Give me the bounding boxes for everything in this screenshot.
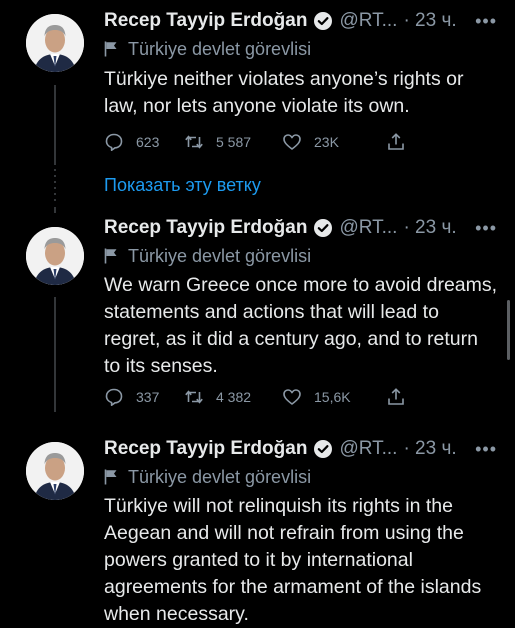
like-count: 15,6K — [314, 389, 351, 405]
heart-icon — [283, 134, 301, 150]
account-label: Türkiye devlet görevlisi — [104, 465, 311, 489]
show-thread-link[interactable]: Показать эту ветку — [104, 175, 261, 196]
more-icon[interactable]: ••• — [475, 11, 497, 32]
reply-button[interactable]: 337 — [104, 387, 184, 407]
retweet-icon — [185, 390, 203, 404]
thread-gap-dots — [54, 169, 56, 205]
tweet-3[interactable]: Recep Tayyip Erdoğan @RT... · 23 ч. ••• … — [0, 432, 515, 628]
tweet-text: Türkiye will not relinquish its rights i… — [104, 495, 482, 625]
avatar[interactable] — [26, 442, 84, 500]
account-label-text: Türkiye devlet görevlisi — [128, 466, 312, 487]
tweet-text: Türkiye neither violates anyone’s rights… — [104, 68, 464, 117]
like-button[interactable]: 15,6K — [282, 387, 386, 407]
flag-icon — [104, 41, 117, 57]
flag-icon — [104, 248, 117, 264]
share-icon — [388, 133, 404, 150]
tweet-time[interactable]: · 23 ч. — [403, 217, 456, 239]
account-label: Türkiye devlet görevlisi — [104, 37, 311, 61]
tweet-time[interactable]: · 23 ч. — [403, 438, 456, 460]
author-handle[interactable]: @RT... — [339, 438, 397, 460]
verified-badge-icon — [313, 439, 333, 459]
tweet-2[interactable]: Recep Tayyip Erdoğan @RT... · 23 ч. ••• … — [0, 213, 515, 413]
flag-icon — [104, 469, 117, 485]
more-icon[interactable]: ••• — [475, 218, 497, 239]
reply-count: 623 — [136, 134, 160, 150]
author-handle[interactable]: @RT... — [339, 10, 397, 32]
heart-icon — [283, 389, 301, 405]
retweet-count: 5 587 — [216, 134, 252, 150]
reply-icon — [105, 133, 123, 151]
reply-count: 337 — [136, 389, 160, 405]
author-name[interactable]: Recep Tayyip Erdoğan — [104, 10, 307, 32]
share-icon — [388, 388, 404, 405]
account-label: Türkiye devlet görevlisi — [104, 244, 311, 268]
author-name[interactable]: Recep Tayyip Erdoğan — [104, 438, 307, 460]
avatar[interactable] — [26, 14, 84, 72]
author-handle[interactable]: @RT... — [339, 217, 397, 239]
retweet-button[interactable]: 5 587 — [184, 132, 282, 152]
account-label-text: Türkiye devlet görevlisi — [128, 38, 312, 59]
account-label-text: Türkiye devlet görevlisi — [128, 245, 312, 266]
author-name[interactable]: Recep Tayyip Erdoğan — [104, 217, 307, 239]
share-button[interactable] — [386, 387, 418, 407]
retweet-count: 4 382 — [216, 389, 252, 405]
share-button[interactable] — [386, 132, 418, 152]
tweet-actions: 623 5 587 23K — [104, 130, 424, 154]
like-count: 23K — [314, 134, 339, 150]
like-button[interactable]: 23K — [282, 132, 386, 152]
avatar[interactable] — [26, 227, 84, 285]
tweet-time[interactable]: · 23 ч. — [403, 10, 456, 32]
more-icon[interactable]: ••• — [475, 439, 497, 460]
retweet-icon — [185, 135, 203, 149]
retweet-button[interactable]: 4 382 — [184, 387, 282, 407]
scrollbar[interactable] — [507, 300, 510, 360]
reply-button[interactable]: 623 — [104, 132, 184, 152]
verified-badge-icon — [313, 11, 333, 31]
tweet-1[interactable]: Recep Tayyip Erdoğan @RT... · 23 ч. ••• … — [0, 0, 515, 165]
tweet-text: We warn Greece once more to avoid dreams… — [104, 274, 498, 377]
reply-icon — [105, 388, 123, 406]
verified-badge-icon — [313, 218, 333, 238]
tweet-actions: 337 4 382 15,6K — [104, 385, 424, 409]
